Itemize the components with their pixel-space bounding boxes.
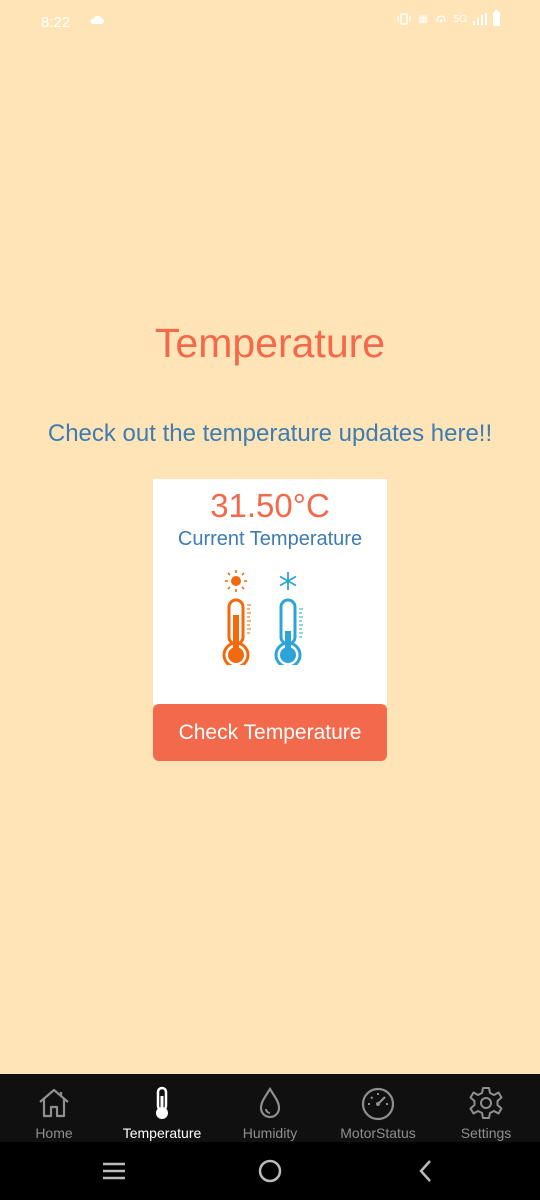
tab-humidity[interactable]: Humidity [216,1074,324,1142]
page-subtitle: Check out the temperature updates here!! [47,420,493,447]
page-title: Temperature [154,320,386,366]
thermometer-hot-icon [222,598,251,665]
recent-apps-icon[interactable] [99,1156,129,1186]
speedometer-icon [361,1087,395,1121]
volte-icon: ▦ [418,13,428,25]
vibrate-icon [397,13,411,25]
cloud-icon [90,15,104,24]
bottom-tab-bar: Home Temperature Humidity MotorStatus Se… [0,1074,540,1142]
status-bar: 8:22 ▦ 5G [0,0,540,44]
tab-motorstatus[interactable]: MotorStatus [324,1074,432,1142]
back-icon[interactable] [411,1156,441,1186]
thermometers-icon [222,570,303,665]
tab-settings-label: Settings [460,1125,512,1141]
tab-temperature-label: Temperature [122,1125,202,1141]
hotspot-icon [436,15,446,23]
battery-icon [493,10,500,26]
temperature-value: 31.50°C [210,487,330,524]
temperature-card: 31.50°C Current Temperature [153,479,387,705]
tab-home[interactable]: Home [0,1074,108,1142]
home-nav-icon[interactable] [255,1156,285,1186]
tab-settings[interactable]: Settings [432,1074,540,1142]
network-type: 5G [453,13,467,25]
status-icons: ▦ 5G [396,10,500,26]
snowflake-icon [279,572,297,590]
temperature-label: Current Temperature [177,528,363,550]
droplet-icon [259,1086,281,1119]
system-nav-bar [0,1142,540,1200]
thermometer-icon [156,1086,168,1119]
status-time: 8:22 [41,14,71,31]
gear-icon [469,1087,503,1119]
thermometer-cold-icon [274,598,303,665]
tab-humidity-label: Humidity [242,1125,298,1141]
check-temperature-button[interactable]: Check Temperature [153,704,387,761]
tab-home-label: Home [35,1125,73,1141]
signal-icon [473,13,487,25]
tab-temperature[interactable]: Temperature [108,1074,216,1142]
home-icon [39,1088,69,1118]
sun-icon [225,570,247,592]
tab-motorstatus-label: MotorStatus [340,1125,416,1141]
